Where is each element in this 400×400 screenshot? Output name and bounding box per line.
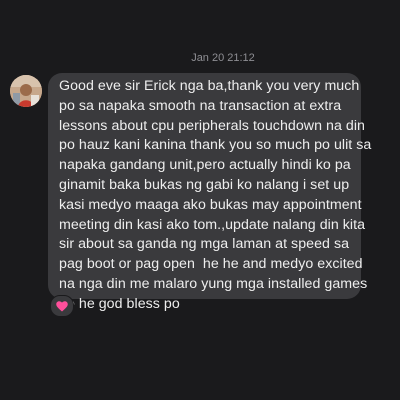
avatar[interactable] xyxy=(10,75,42,107)
message-bubble[interactable]: Good eve sir Erick nga ba,thank you very… xyxy=(48,73,371,312)
heart-icon xyxy=(56,300,68,311)
avatar-image xyxy=(10,75,42,107)
message-timestamp: Jan 20 21:12 xyxy=(191,52,255,64)
reaction-badge[interactable] xyxy=(50,295,74,317)
message-text: Good eve sir Erick nga ba,thank you very… xyxy=(59,78,372,312)
chat-screen: Jan 20 21:12 Good eve sir Erick nga ba,t… xyxy=(0,0,400,400)
